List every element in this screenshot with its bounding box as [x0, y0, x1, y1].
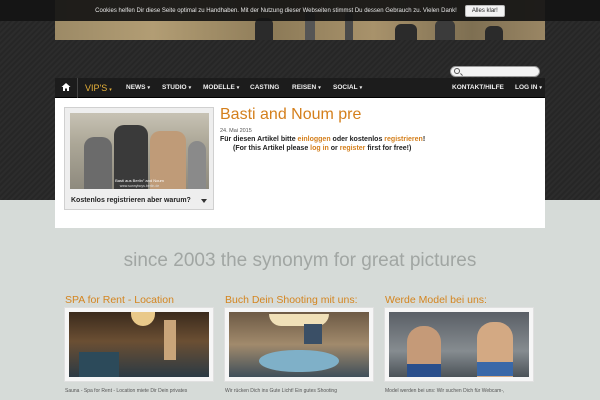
site-tagline: since 2003 the synonym for great picture… — [123, 250, 477, 271]
card-text-spa: Sauna - Spa for Rent - Location miete Di… — [65, 388, 188, 394]
photo-caption: Basti aus Berlin" and Noum — [115, 178, 164, 183]
register-link[interactable]: registrieren — [384, 136, 423, 143]
nav-item-label: KONTAKT/HILFE — [452, 84, 504, 91]
register-link[interactable]: register — [340, 145, 366, 152]
card-image-spa[interactable] — [64, 307, 214, 382]
card-title-spa[interactable]: SPA for Rent - Location — [65, 294, 174, 306]
nav-item-casting[interactable]: CASTING — [250, 78, 279, 98]
nav-item-label: VIP'S — [85, 83, 108, 93]
register-info-dropdown[interactable]: Kostenlos registrieren aber warum? — [65, 192, 213, 209]
nav-item-kontakt[interactable]: KONTAKT/HILFE — [452, 78, 504, 98]
card-text-model: Model werden bei uns: Wir suchen Dich fü… — [385, 388, 505, 394]
main-nav: VIP'S ▾ NEWS ▾ STUDIO ▾ MODELLE ▾ CASTING RE… — [55, 78, 545, 98]
chevron-down-icon: ▾ — [359, 85, 363, 91]
photo-watermark: www.sunnyboys.berlin.de — [119, 184, 160, 188]
card-title-shooting[interactable]: Buch Dein Shooting mit uns: — [225, 294, 358, 306]
login-notice-de: Für diesen Artikel bitte einloggen oder … — [220, 136, 425, 143]
nav-item-reisen[interactable]: REISEN ▾ — [292, 78, 321, 98]
dropdown-label: Kostenlos registrieren aber warum? — [71, 197, 191, 204]
login-notice-en: (For this Artikel please log in or regis… — [233, 145, 411, 152]
chevron-down-icon: ▾ — [188, 85, 192, 91]
article-date: 24. Mai 2015 — [220, 128, 252, 134]
nav-divider — [77, 78, 78, 98]
login-link[interactable]: log in — [310, 145, 329, 152]
card-image-shooting[interactable] — [224, 307, 374, 382]
nav-item-label: CASTING — [250, 84, 280, 91]
nav-item-modelle[interactable]: MODELLE ▾ — [203, 78, 239, 98]
article-thumbnail[interactable]: Basti aus Berlin" and Noum www.sunnyboys… — [70, 113, 209, 189]
card-title-model[interactable]: Werde Model bei uns: — [385, 294, 487, 306]
nav-item-vips[interactable]: VIP'S ▾ — [85, 78, 112, 98]
nav-item-label: SOCIAL — [333, 84, 358, 91]
chevron-down-icon: ▾ — [318, 85, 321, 91]
chevron-down-icon — [201, 198, 207, 203]
chevron-down-icon: ▾ — [147, 85, 151, 91]
article-title: Basti and Noum pre — [220, 106, 362, 123]
chevron-down-icon: ▾ — [236, 85, 240, 91]
notice-text: (For this Artikel please — [233, 145, 311, 152]
notice-text: or — [328, 145, 340, 152]
nav-item-studio[interactable]: STUDIO ▾ — [162, 78, 191, 98]
article-sidebar: Basti aus Berlin" and Noum www.sunnyboys… — [64, 107, 214, 210]
chevron-down-icon: ▾ — [539, 85, 542, 91]
notice-text: oder kostenlos — [330, 136, 385, 143]
home-icon[interactable] — [61, 82, 71, 92]
cookie-accept-button[interactable]: Alles klar! — [464, 4, 505, 17]
login-link[interactable]: einloggen — [298, 136, 331, 143]
cookie-text: Cookies helfen Dir diese Seite optimal z… — [95, 7, 457, 14]
card-text-shooting: Wir rücken Dich ins Gute Licht! Ein gute… — [225, 388, 337, 394]
nav-item-label: REISEN — [292, 84, 317, 91]
search-input[interactable] — [450, 66, 540, 77]
nav-item-label: MODELLE — [203, 84, 235, 91]
article-panel: Basti aus Berlin" and Noum www.sunnyboys… — [55, 98, 545, 228]
nav-item-news[interactable]: NEWS ▾ — [126, 78, 150, 98]
card-image-model[interactable] — [384, 307, 534, 382]
nav-item-label: STUDIO — [162, 84, 187, 91]
search-icon — [454, 68, 460, 74]
notice-text: first for free!) — [365, 145, 412, 152]
chevron-down-icon: ▾ — [109, 87, 112, 93]
nav-item-label: LOG IN — [515, 84, 538, 91]
cookie-banner: Cookies helfen Dir diese Seite optimal z… — [0, 0, 600, 21]
notice-text: ! — [422, 136, 426, 143]
notice-text: Für diesen Artikel bitte — [220, 136, 298, 143]
nav-item-login[interactable]: LOG IN ▾ — [515, 78, 542, 98]
nav-item-label: NEWS — [126, 84, 146, 91]
nav-item-social[interactable]: SOCIAL ▾ — [333, 78, 362, 98]
